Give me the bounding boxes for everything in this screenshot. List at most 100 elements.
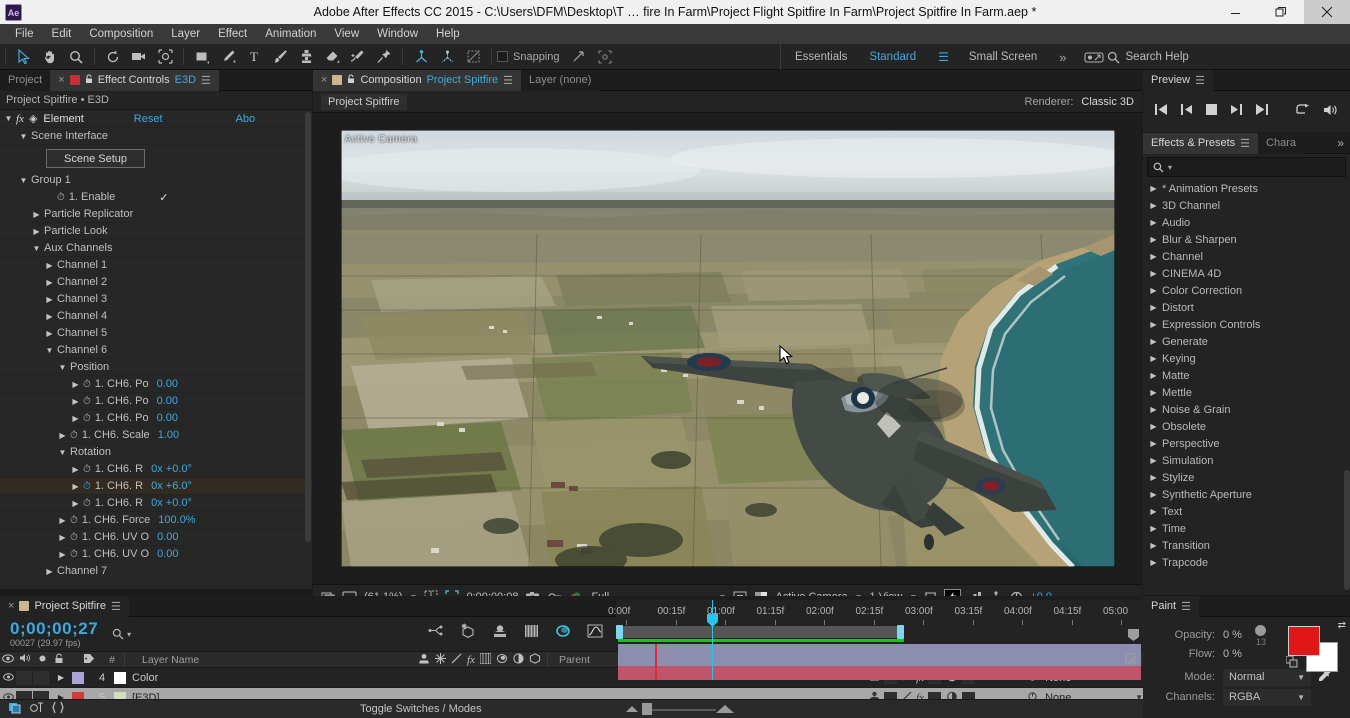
effects-panel-overflow-icon[interactable]: » [1337,136,1350,150]
stopwatch-icon[interactable]: ⏱ [83,481,91,492]
chevron-right-icon[interactable]: ▶ [1149,354,1158,363]
composition-mini-flowchart-icon[interactable] [428,624,444,640]
close-button[interactable] [1304,0,1350,24]
close-icon[interactable]: × [58,74,64,86]
chevron-right-icon[interactable]: ▶ [1149,439,1158,448]
workspace-essentials[interactable]: Essentials [795,51,847,63]
last-frame-button[interactable] [1255,104,1268,118]
column-layer-name[interactable]: Layer Name [138,654,418,666]
effect-property-row[interactable]: ⏱ 1. Enable ✓ [0,189,312,206]
chevron-right-icon[interactable]: ▶ [71,499,80,508]
effect-group-row[interactable]: ▶ Particle Replicator [0,206,312,223]
effect-group-row[interactable]: ▶ Channel 3 [0,291,312,308]
stopwatch-icon[interactable]: ⏱ [70,515,78,526]
chevron-right-icon[interactable]: ▶ [71,414,80,423]
effects-category-row[interactable]: ▶ Channel [1143,248,1350,265]
chevron-right-icon[interactable]: ▶ [45,312,54,321]
chevron-right-icon[interactable]: ▶ [58,550,67,559]
menu-composition[interactable]: Composition [80,24,162,44]
quality-switch-icon[interactable] [451,653,462,667]
pan-behind-tool-icon[interactable] [152,45,178,69]
chevron-right-icon[interactable]: ▶ [1149,541,1158,550]
menu-layer[interactable]: Layer [162,24,209,44]
enable-motion-blur-icon[interactable] [555,624,571,641]
stopwatch-icon[interactable]: ⏱ [70,549,78,560]
scene-setup-button[interactable]: Scene Setup [46,149,145,168]
effects-search-input[interactable]: ▾ [1147,157,1346,177]
effect-group-row[interactable]: ▶ Channel 4 [0,308,312,325]
effect-group-row[interactable]: ▼ Group 1 [0,172,312,189]
effect-row-value[interactable]: 0x +0.0° [151,497,192,509]
chevron-down-icon[interactable]: ▼ [19,176,28,185]
effects-category-row[interactable]: ▶ Obsolete [1143,418,1350,435]
effect-group-row[interactable]: ▼ Scene Interface [0,128,312,145]
chevron-right-icon[interactable]: ▶ [32,227,41,236]
tab-composition[interactable]: × Composition Project Spitfire ☰ [313,69,521,91]
reset-button[interactable]: Reset [134,113,163,125]
menu-effect[interactable]: Effect [209,24,256,44]
puppet-pin-tool-icon[interactable] [371,45,397,69]
effects-category-row[interactable]: ▶ Blur & Sharpen [1143,231,1350,248]
solo-toggle-icon[interactable] [34,654,50,666]
chevron-right-icon[interactable]: ▶ [71,380,80,389]
chevron-right-icon[interactable]: ▶ [1149,252,1158,261]
chevron-right-icon[interactable]: ▶ [1149,201,1158,210]
tab-timeline-comp[interactable]: × Project Spitfire ☰ [0,595,129,617]
foreground-color-swatch[interactable] [1288,626,1320,656]
chevron-down-icon[interactable]: ▼ [45,346,54,355]
lock-icon[interactable] [85,73,93,87]
search-dropdown-icon[interactable]: ▾ [1168,163,1172,172]
camera-tool-icon[interactable] [126,45,152,69]
roto-brush-tool-icon[interactable] [345,45,371,69]
effect-property-row[interactable]: ▶ ⏱ 1. CH6. UV O 0.00 [0,529,312,546]
work-area-start-handle[interactable] [616,625,623,639]
effect-property-row[interactable]: ▶ ⏱ 1. CH6. Force 100.0% [0,512,312,529]
chevron-down-icon[interactable]: ▼ [19,132,28,141]
chevron-right-icon[interactable]: ▶ [1149,558,1158,567]
minimize-button[interactable] [1212,0,1258,24]
chevron-right-icon[interactable]: ▶ [1149,422,1158,431]
workspace-menu-icon[interactable]: ☰ [938,50,949,64]
stopwatch-icon[interactable]: ⏱ [83,396,91,407]
effect-group-row[interactable]: ▼ Rotation [0,444,312,461]
hand-tool-icon[interactable] [37,45,63,69]
chevron-right-icon[interactable]: ▶ [1149,269,1158,278]
tab-effect-controls[interactable]: × Effect Controls E3D ☰ [50,69,219,91]
effects-category-row[interactable]: ▶ Keying [1143,350,1350,367]
3d-layer-switch-icon[interactable] [529,652,541,667]
column-index[interactable]: # [100,654,124,666]
layer-expand-arrow[interactable]: ▶ [50,673,72,682]
pen-tool-icon[interactable] [215,45,241,69]
effects-category-row[interactable]: ▶ Perspective [1143,435,1350,452]
tab-effects-presets[interactable]: Effects & Presets ☰ [1143,132,1259,154]
eraser-tool-icon[interactable] [319,45,345,69]
effects-category-row[interactable]: ▶ Generate [1143,333,1350,350]
chevron-down-icon[interactable]: ▼ [4,114,13,123]
effect-group-row[interactable]: ▶ Channel 5 [0,325,312,342]
chevron-right-icon[interactable]: ▶ [1149,235,1158,244]
stop-button[interactable] [1206,104,1217,118]
effects-category-row[interactable]: ▶ Mettle [1143,384,1350,401]
layer-label-color[interactable] [72,671,84,684]
shy-switch-icon[interactable] [418,653,430,667]
effects-category-row[interactable]: ▶ Audio [1143,214,1350,231]
lock-toggle-icon[interactable] [50,653,68,667]
search-help[interactable]: Search Help [1107,51,1189,64]
enable-checkbox[interactable]: ✓ [159,191,168,204]
toggle-switches-footer-icon[interactable] [30,701,44,717]
play-button[interactable] [1230,104,1242,118]
hide-shy-layers-icon[interactable] [492,624,508,641]
first-frame-button[interactable] [1155,104,1168,118]
effects-list-scrollbar[interactable] [1344,470,1350,590]
chevron-right-icon[interactable]: ▶ [45,567,54,576]
tab-preview[interactable]: Preview ☰ [1143,69,1213,91]
stopwatch-icon[interactable]: ⏱ [83,498,91,509]
brush-size-slider[interactable] [1255,625,1266,636]
chevron-right-icon[interactable]: ▶ [45,261,54,270]
loop-options-icon[interactable] [1296,103,1311,119]
default-colors-icon[interactable] [1285,655,1298,671]
effect-group-row[interactable]: ▶ Channel 7 [0,563,312,580]
clone-stamp-tool-icon[interactable] [293,45,319,69]
channels-dropdown[interactable]: RGBA ▼ [1223,688,1311,706]
sync-settings-icon[interactable] [1081,45,1107,69]
